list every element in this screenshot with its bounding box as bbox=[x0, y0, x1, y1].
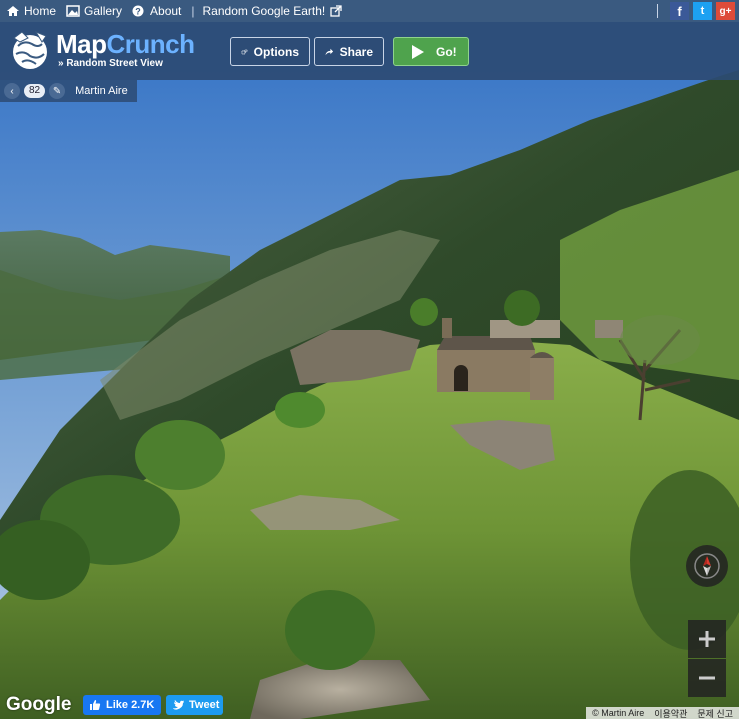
share-label: Share bbox=[339, 44, 373, 59]
globe-logo-icon bbox=[13, 30, 47, 69]
twitter-icon[interactable]: t bbox=[693, 2, 712, 20]
facebook-like-button[interactable]: Like 2.7K bbox=[83, 695, 161, 715]
tweet-button[interactable]: Tweet bbox=[166, 695, 223, 715]
share-button[interactable]: Share bbox=[314, 37, 384, 66]
terms-link[interactable]: 이용약관 bbox=[654, 707, 687, 719]
minus-icon bbox=[699, 676, 715, 680]
logo-map-text: Map bbox=[56, 29, 107, 59]
nav-random-earth-label: Random Google Earth! bbox=[202, 4, 326, 18]
header-bar: MapCrunch » Random Street View Options S… bbox=[0, 22, 739, 80]
nav-random-earth[interactable]: Random Google Earth! bbox=[203, 4, 343, 18]
gears-icon bbox=[241, 48, 248, 55]
mapcrunch-logo[interactable]: MapCrunch » Random Street View bbox=[8, 28, 195, 72]
like-label: Like 2.7K bbox=[106, 699, 155, 711]
external-link-icon bbox=[330, 5, 342, 17]
compass-button[interactable] bbox=[686, 545, 728, 587]
options-button[interactable]: Options bbox=[230, 37, 310, 66]
google-plus-icon[interactable]: g+ bbox=[716, 2, 735, 20]
play-icon bbox=[412, 44, 424, 59]
prev-location-button[interactable]: ‹ bbox=[4, 83, 20, 99]
facebook-icon[interactable]: f bbox=[670, 2, 689, 20]
options-label: Options bbox=[253, 44, 299, 59]
zoom-in-button[interactable] bbox=[688, 620, 726, 658]
plus-icon bbox=[699, 631, 715, 647]
photographer-name[interactable]: Martin Aire bbox=[75, 85, 128, 97]
street-view-panorama[interactable] bbox=[0, 0, 739, 719]
share-arrow-icon bbox=[325, 48, 334, 55]
go-button[interactable]: Go! bbox=[393, 37, 469, 66]
top-nav-bar: Home Gallery ? About | Random Google Ear… bbox=[0, 0, 739, 22]
map-credits: © Martin Aire 이용약관 문제 신고 bbox=[586, 707, 739, 719]
nav-about-label: About bbox=[150, 4, 182, 18]
social-divider bbox=[657, 4, 658, 18]
logo-tagline: » Random Street View bbox=[58, 58, 163, 69]
thumbs-up-icon bbox=[90, 700, 101, 710]
location-bar: ‹ 82 ✎ Martin Aire bbox=[0, 80, 137, 102]
home-icon bbox=[7, 6, 19, 16]
report-link[interactable]: 문제 신고 bbox=[697, 707, 733, 719]
google-logo[interactable]: Google bbox=[6, 694, 71, 716]
location-count: 82 bbox=[24, 84, 46, 98]
zoom-out-button[interactable] bbox=[688, 659, 726, 697]
compass-icon bbox=[694, 553, 720, 579]
nav-gallery[interactable]: Gallery bbox=[66, 4, 122, 18]
nav-separator: | bbox=[191, 4, 195, 18]
logo-crunch-text: Crunch bbox=[106, 29, 196, 59]
nav-home-label: Home bbox=[24, 4, 57, 18]
nav-gallery-label: Gallery bbox=[84, 4, 123, 18]
social-links: f t g+ bbox=[657, 2, 735, 20]
image-icon bbox=[66, 5, 80, 17]
svg-text:?: ? bbox=[135, 7, 141, 17]
nav-home[interactable]: Home bbox=[6, 4, 56, 18]
go-label: Go! bbox=[436, 44, 457, 59]
credit-author: © Martin Aire bbox=[592, 708, 645, 718]
question-icon: ? bbox=[132, 5, 144, 17]
nav-about[interactable]: ? About bbox=[132, 4, 181, 18]
twitter-bird-icon bbox=[173, 700, 184, 710]
tweet-label: Tweet bbox=[189, 699, 220, 711]
edit-pencil-icon[interactable]: ✎ bbox=[49, 83, 66, 99]
